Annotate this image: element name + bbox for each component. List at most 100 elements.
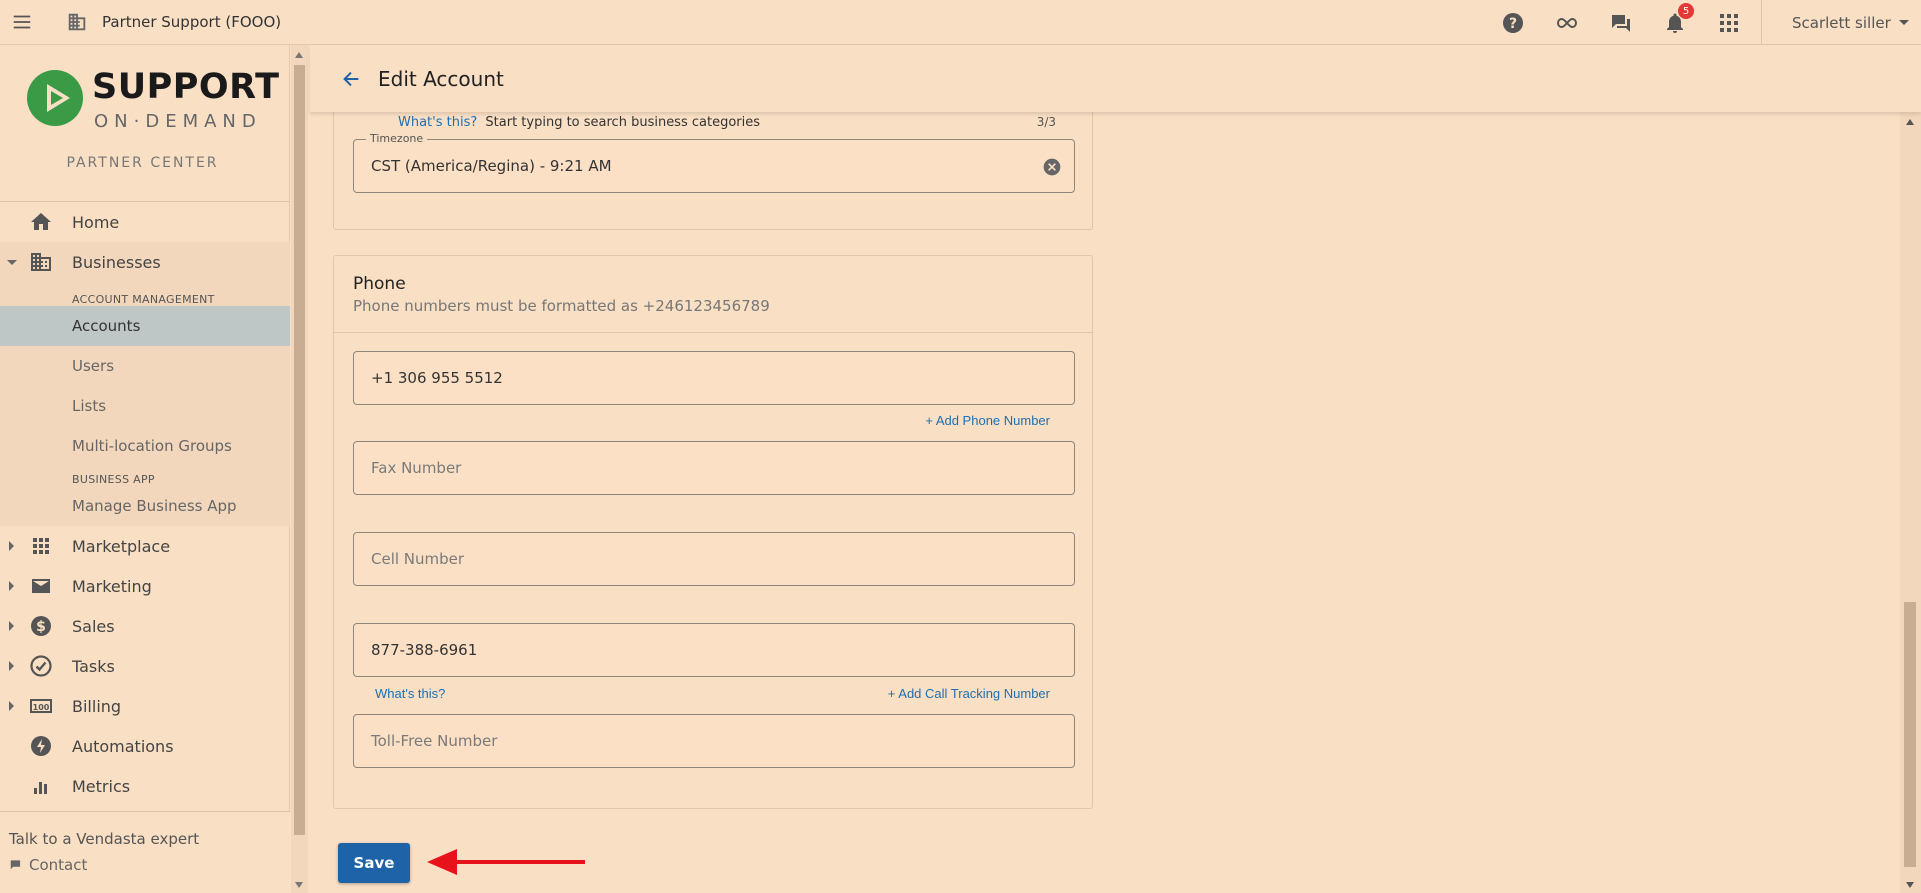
divider [334, 332, 1092, 333]
sidebar-item-label: Tasks [72, 656, 115, 676]
chevron-right-icon [9, 541, 14, 551]
menu-icon[interactable] [0, 0, 44, 45]
bar-chart-icon [28, 773, 54, 799]
user-name: Scarlett siller [1792, 13, 1891, 32]
fax-number-placeholder: Fax Number [371, 459, 462, 477]
partner-center-label: PARTNER CENTER [66, 155, 219, 171]
chevron-right-icon [9, 661, 14, 671]
section-header-business-app: BUSINESS APP [72, 473, 155, 486]
talk-to-expert: Talk to a Vendasta expert [9, 830, 200, 848]
chat-icon [10, 860, 21, 870]
chat-icon[interactable] [1594, 0, 1648, 45]
toll-free-field[interactable]: Toll-Free Number [353, 714, 1075, 768]
sidebar-nav: Home Businesses ACCOUNT MANAGEMENT Accou… [0, 201, 290, 806]
sidebar-item-tasks[interactable]: Tasks [0, 646, 290, 686]
add-phone-number-link[interactable]: + Add Phone Number [925, 413, 1050, 428]
phone-title: Phone [353, 274, 406, 294]
lightning-icon [28, 733, 54, 759]
toll-free-placeholder: Toll-Free Number [371, 732, 498, 750]
sidebar-item-label: Marketplace [72, 536, 171, 556]
timezone-value: CST (America/Regina) - 9:21 AM [371, 157, 612, 175]
apps-grid-icon [28, 533, 54, 559]
sidebar-item-label: Marketing [72, 576, 152, 596]
sidebar-item-label: Metrics [72, 776, 131, 796]
chevron-down-icon [7, 259, 17, 265]
check-circle-icon [28, 653, 54, 679]
sidebar-item-marketplace[interactable]: Marketplace [0, 526, 290, 566]
chevron-right-icon [9, 701, 14, 711]
sidebar-item-marketing[interactable]: Marketing [0, 566, 290, 606]
sidebar-item-billing[interactable]: 100 Billing [0, 686, 290, 726]
play-logo-icon [27, 70, 83, 126]
sidebar-item-label: Sales [72, 616, 115, 636]
svg-text:?: ? [1509, 16, 1517, 32]
infinity-icon[interactable] [1540, 0, 1594, 45]
whats-this-link[interactable]: What's this? [375, 686, 445, 701]
sidebar-item-multi-location-groups[interactable]: Multi-location Groups [0, 426, 290, 466]
page-title: Edit Account [378, 66, 504, 91]
section-header-account-management: ACCOUNT MANAGEMENT [72, 293, 215, 306]
scroll-up-icon[interactable] [295, 52, 303, 58]
top-actions: ? 5 [1486, 0, 1756, 45]
sidebar-item-home[interactable]: Home [0, 202, 290, 242]
whats-this-link[interactable]: What's this? [398, 115, 477, 130]
user-menu[interactable]: Scarlett siller [1761, 0, 1921, 45]
cell-number-field[interactable]: Cell Number [353, 532, 1075, 586]
notifications-icon[interactable]: 5 [1648, 0, 1702, 45]
sidebar-item-automations[interactable]: Automations [0, 726, 290, 766]
svg-text:$: $ [36, 619, 46, 635]
org-title[interactable]: Partner Support (FOOO) [102, 13, 281, 31]
home-icon [28, 209, 54, 235]
sidebar-item-label: Automations [72, 736, 174, 756]
sidebar-item-manage-business-app[interactable]: Manage Business App [0, 486, 290, 526]
red-arrow-annotation [427, 849, 585, 875]
businesses-submenu: ACCOUNT MANAGEMENT Accounts Users Lists … [0, 282, 290, 526]
account-details-card: What's this? Start typing to search busi… [333, 112, 1093, 230]
brand-logo[interactable]: SUPPORT ON·DEMAND PARTNER CENTER [0, 45, 289, 201]
sidebar-item-lists[interactable]: Lists [0, 386, 290, 426]
phone-header: Phone Phone numbers must be formatted as… [353, 274, 770, 315]
work-phone-value: +1 306 955 5512 [371, 369, 503, 387]
scroll-up-icon[interactable] [1906, 119, 1914, 125]
scroll-down-icon[interactable] [295, 882, 303, 888]
help-icon[interactable]: ? [1486, 0, 1540, 45]
sidebar-scrollbar[interactable] [291, 45, 308, 893]
sidebar-footer: Talk to a Vendasta expert Contact [0, 811, 290, 893]
sidebar-item-label: Businesses [72, 252, 161, 272]
fax-number-field[interactable]: Fax Number [353, 441, 1075, 495]
clear-icon[interactable] [1042, 157, 1062, 177]
contact-link[interactable]: Contact [9, 856, 290, 874]
sidebar-item-label: Billing [72, 696, 122, 716]
building-icon [68, 13, 86, 31]
contact-label: Contact [29, 856, 88, 874]
sidebar-item-accounts[interactable]: Accounts [0, 306, 290, 346]
save-button[interactable]: Save [338, 843, 410, 883]
sidebar-item-users[interactable]: Users [0, 346, 290, 386]
back-arrow-icon[interactable] [338, 66, 364, 92]
scrollbar-thumb[interactable] [294, 65, 305, 835]
sidebar: SUPPORT ON·DEMAND PARTNER CENTER Home Bu… [0, 45, 290, 893]
add-call-tracking-link[interactable]: + Add Call Tracking Number [888, 686, 1050, 701]
sidebar-item-metrics[interactable]: Metrics [0, 766, 290, 806]
page-header: Edit Account [310, 45, 1921, 112]
logo-text-support: SUPPORT [92, 67, 280, 107]
scroll-down-icon[interactable] [1906, 882, 1914, 888]
dollar-icon: $ [28, 613, 54, 639]
chevron-down-icon [1898, 20, 1909, 25]
svg-text:100: 100 [33, 703, 50, 712]
call-tracking-value: 877-388-6961 [371, 641, 478, 659]
cell-number-placeholder: Cell Number [371, 550, 465, 568]
main-content: What's this? Start typing to search busi… [310, 112, 1900, 893]
work-phone-field[interactable]: +1 306 955 5512 [353, 351, 1075, 405]
sidebar-item-sales[interactable]: $ Sales [0, 606, 290, 646]
timezone-label: Timezone [366, 132, 428, 145]
sidebar-item-label: Home [72, 212, 120, 232]
apps-grid-icon[interactable] [1702, 0, 1756, 45]
main-scrollbar[interactable] [1900, 112, 1921, 893]
call-tracking-field[interactable]: 877-388-6961 [353, 623, 1075, 677]
categories-hint: What's this? Start typing to search busi… [398, 115, 760, 130]
timezone-field[interactable]: Timezone CST (America/Regina) - 9:21 AM [353, 132, 1075, 193]
building-icon [28, 249, 54, 275]
scrollbar-thumb[interactable] [1904, 602, 1916, 867]
sidebar-item-businesses[interactable]: Businesses [0, 242, 290, 282]
